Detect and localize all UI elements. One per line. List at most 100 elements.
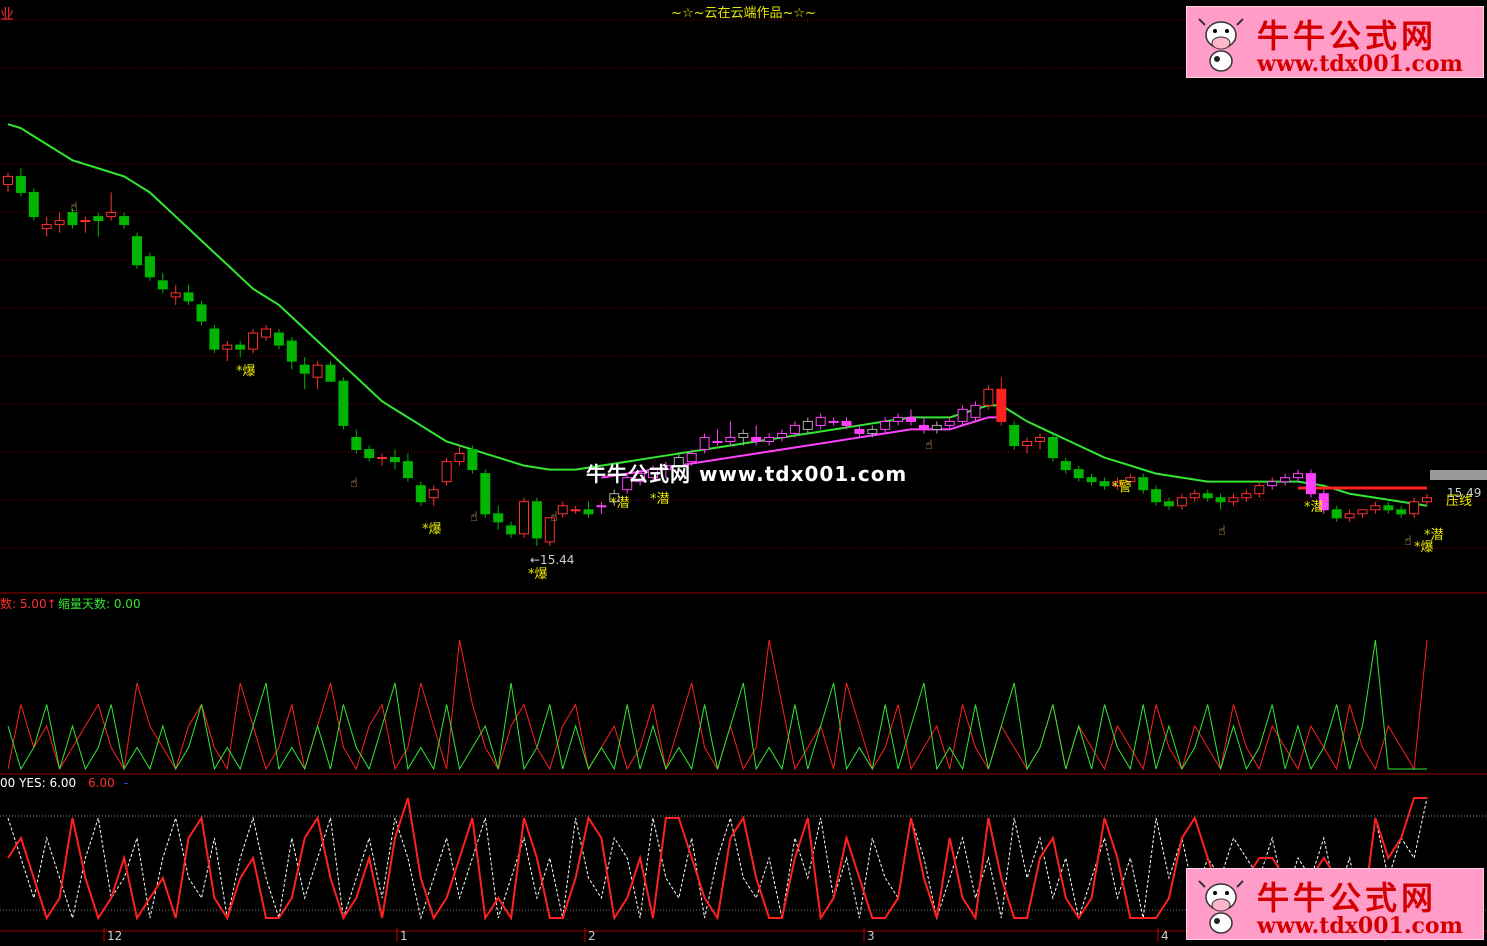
candle <box>1305 469 1316 498</box>
candle-body <box>1293 473 1303 479</box>
candle-body <box>570 509 581 512</box>
candle <box>93 212 104 237</box>
pressure-line-label: 压线 <box>1446 494 1473 509</box>
candle-body <box>467 449 478 471</box>
candle <box>983 385 994 410</box>
candle-body <box>1009 424 1020 447</box>
candle-body <box>970 404 981 418</box>
candle-body <box>364 449 375 459</box>
candle-body <box>828 420 839 423</box>
candle-body <box>209 328 220 350</box>
candle <box>531 497 542 546</box>
candle <box>299 357 310 390</box>
candle-body <box>738 432 749 438</box>
candle <box>828 417 839 426</box>
ma-line <box>7 123 1428 507</box>
candle <box>519 497 529 538</box>
candle <box>402 453 413 482</box>
candle-body <box>1035 436 1045 443</box>
hand-pointer-icon: ☝ <box>470 510 478 525</box>
candle <box>557 501 568 518</box>
candle <box>1254 481 1265 498</box>
candle-body <box>1396 509 1407 515</box>
candle <box>493 505 504 530</box>
candle <box>248 329 259 354</box>
signal-label-bao: *爆 <box>528 567 548 582</box>
candle-body <box>183 292 194 302</box>
candle-body <box>1228 497 1239 503</box>
signal-label-qian: *潜 <box>610 496 630 511</box>
candle-body <box>441 461 452 483</box>
candle-body <box>1357 509 1368 515</box>
candle <box>1022 437 1033 454</box>
candle <box>893 413 904 426</box>
candle <box>712 429 723 446</box>
panel3-label-b: 6.00 <box>88 776 115 790</box>
candle-body <box>854 428 865 434</box>
candle <box>880 417 891 434</box>
candle <box>3 172 13 193</box>
panel3-label-a: 00 YES: 6.00 <box>0 776 77 790</box>
candle <box>906 409 916 426</box>
candle-body <box>1370 505 1381 511</box>
candle-body <box>1086 477 1097 483</box>
candle <box>338 377 349 430</box>
candle-body <box>1241 493 1252 499</box>
candle <box>1396 505 1407 518</box>
candle <box>157 272 168 293</box>
candle-body <box>1409 501 1420 515</box>
logo-top: 牛牛公式网 www.tdx001.com <box>1186 6 1484 78</box>
candle <box>802 417 813 434</box>
candle <box>918 417 929 434</box>
candle-body <box>1267 481 1278 487</box>
candle-body <box>1047 436 1058 459</box>
candle <box>312 361 323 390</box>
candle-body <box>454 453 465 463</box>
candle <box>196 300 207 326</box>
candle <box>596 501 607 514</box>
candle-body <box>596 505 607 508</box>
candle-body <box>931 424 942 430</box>
candle <box>80 216 91 233</box>
candle <box>1267 477 1278 490</box>
candle-body <box>893 416 904 422</box>
candle <box>415 481 426 506</box>
candle <box>1293 469 1303 482</box>
candle-body <box>1176 497 1187 507</box>
candle-body <box>1060 461 1071 471</box>
candle-body <box>764 436 775 443</box>
candle-body <box>390 457 400 463</box>
candle-body <box>351 436 362 451</box>
candle <box>1099 477 1110 490</box>
candle <box>1202 489 1213 502</box>
candle <box>583 501 594 518</box>
logo-url: www.tdx001.com <box>1257 51 1463 77</box>
candle <box>1357 509 1368 518</box>
candle-body <box>712 441 723 443</box>
candle-body <box>918 424 929 430</box>
candle <box>286 337 297 370</box>
candle <box>480 469 491 518</box>
candle-body <box>725 436 736 443</box>
candle <box>1035 433 1045 450</box>
candle-body <box>119 216 130 226</box>
candle-body <box>480 473 491 515</box>
candle <box>725 421 736 446</box>
candle-body <box>54 220 65 226</box>
candle-body <box>1189 493 1200 499</box>
candle-body <box>93 216 104 222</box>
signal-label-qian: *潜 <box>1304 500 1324 515</box>
candle-body <box>996 388 1007 422</box>
candle <box>1047 433 1058 462</box>
candle-body <box>1099 481 1110 487</box>
candle-body <box>1138 477 1149 491</box>
candle-body <box>841 420 852 426</box>
candle-body <box>531 501 542 539</box>
panel3-label-c: - <box>124 776 129 790</box>
candle <box>222 341 233 362</box>
hand-pointer-icon: ☝ <box>1218 524 1226 539</box>
candle <box>506 521 517 538</box>
candle <box>364 445 375 462</box>
candle-body <box>557 505 568 515</box>
candle <box>1228 493 1239 506</box>
